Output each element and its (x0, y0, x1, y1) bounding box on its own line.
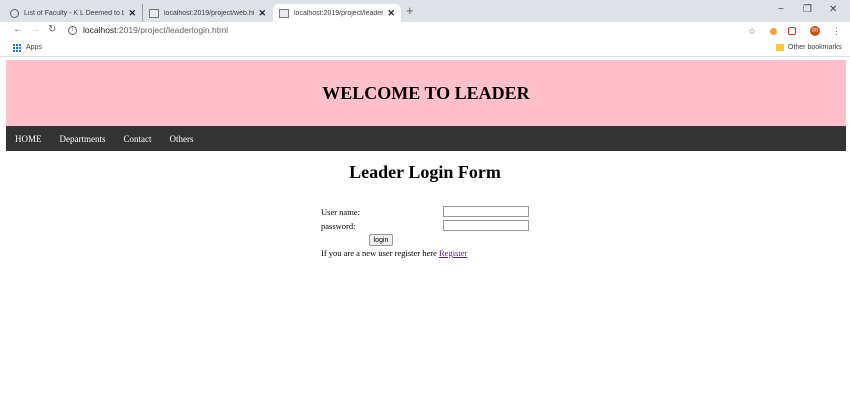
close-tab-icon[interactable]: ✕ (128, 8, 136, 19)
url-path: :2019/project/leaderlogin.html (116, 25, 229, 35)
info-icon[interactable]: i (68, 26, 77, 35)
close-window-button[interactable]: ✕ (829, 4, 837, 15)
register-link[interactable]: Register (439, 248, 467, 258)
register-line: If you are a new user register here Regi… (321, 248, 467, 258)
back-icon[interactable]: ← (13, 24, 23, 35)
close-tab-icon[interactable]: ✕ (258, 8, 266, 19)
navbar: HOME Departments Contact Others (6, 126, 846, 151)
minimize-button[interactable]: − (778, 4, 784, 15)
extension-icon[interactable] (770, 28, 777, 35)
tab-strip: List of Faculty - K L Deemed to b ✕ loca… (0, 0, 850, 22)
reload-icon[interactable]: ↻ (48, 24, 56, 35)
header-banner: WELCOME TO LEADER (6, 60, 846, 126)
new-tab-button[interactable]: + (406, 3, 414, 18)
nav-departments[interactable]: Departments (60, 134, 106, 144)
browser-tab-2[interactable]: localhost:2019/project/web.html ✕ (142, 4, 272, 22)
tab-title: List of Faculty - K L Deemed to b (24, 9, 125, 17)
apps-label[interactable]: Apps (26, 44, 42, 51)
avatar[interactable]: m (810, 26, 820, 36)
image-icon (279, 8, 289, 18)
extension-2-icon[interactable] (788, 27, 796, 35)
tab-title: localhost:2019/project/leaderlog (294, 9, 384, 17)
browser-tab-3-active[interactable]: localhost:2019/project/leaderlog ✕ (273, 4, 401, 22)
nav-home[interactable]: HOME (15, 134, 42, 144)
apps-icon[interactable] (13, 44, 22, 53)
password-input[interactable] (443, 220, 529, 231)
form-title: Leader Login Form (349, 162, 501, 182)
address-bar[interactable]: localhost:2019/project/leaderlogin.html (83, 25, 228, 35)
username-label: User name: (321, 207, 360, 217)
browser-toolbar: ← → ↻ i localhost:2019/project/leaderlog… (0, 22, 850, 40)
close-tab-icon[interactable]: ✕ (387, 8, 395, 19)
banner-title: WELCOME TO LEADER (322, 82, 530, 103)
menu-icon[interactable]: ⋮ (832, 26, 841, 37)
nav-contact[interactable]: Contact (123, 134, 151, 144)
folder-icon (776, 44, 784, 51)
bookmarks-bar: Apps Other bookmarks (0, 40, 850, 57)
url-host: localhost (83, 25, 117, 35)
password-label: password: (321, 221, 356, 231)
tab-title: localhost:2019/project/web.html (164, 9, 255, 17)
image-icon (149, 8, 159, 18)
globe-icon (10, 8, 19, 18)
forward-icon[interactable]: → (30, 24, 40, 35)
browser-tab-1[interactable]: List of Faculty - K L Deemed to b ✕ (4, 4, 142, 22)
username-input[interactable] (443, 206, 529, 217)
star-icon[interactable]: ☆ (748, 26, 756, 37)
register-text: If you are a new user register here (321, 248, 439, 258)
maximize-button[interactable]: ❐ (803, 4, 812, 15)
login-button[interactable]: login (369, 234, 393, 246)
other-bookmarks[interactable]: Other bookmarks (788, 44, 842, 51)
nav-others[interactable]: Others (169, 134, 193, 144)
